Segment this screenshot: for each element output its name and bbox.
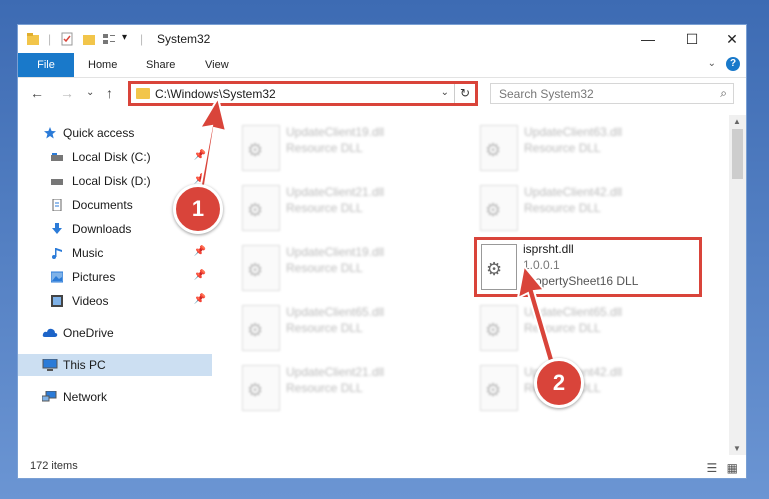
callout-badge-1: 1 [173,184,223,234]
callout-arrows [198,95,558,370]
arrow-1 [198,95,228,193]
arrow-2 [516,263,558,370]
callout-badge-2: 2 [534,358,584,408]
